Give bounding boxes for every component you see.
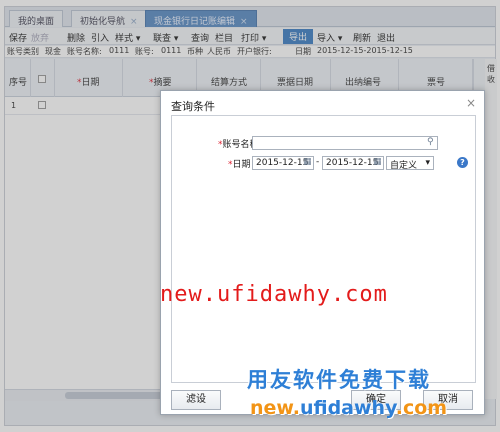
account-name-input[interactable]	[252, 136, 438, 150]
date-label-text: 日期	[232, 160, 251, 170]
date-separator: -	[316, 157, 320, 167]
chevron-down-icon: ▾	[425, 158, 430, 168]
dialog-body: *账号名称 ⚲ *日期 2015-12-15 ▦ - 2015-12-15 ▦ …	[171, 115, 476, 383]
calendar-icon[interactable]: ▦	[373, 157, 382, 167]
watermark-url-part: .com	[395, 397, 448, 419]
close-icon[interactable]: ×	[466, 96, 476, 110]
search-icon[interactable]: ⚲	[427, 137, 434, 147]
date-field-label: *日期	[228, 157, 251, 170]
watermark-slogan: 用友软件免费下载	[247, 368, 431, 392]
help-icon[interactable]: ?	[457, 157, 468, 168]
date-mode-value: 自定义	[390, 161, 418, 170]
watermark-url: new.ufidawhy.com	[250, 397, 447, 419]
watermark-url-part: ufidawhy	[299, 397, 396, 419]
watermark-red-url: new.ufidawhy.com	[160, 282, 388, 307]
watermark-url-part: new.	[250, 397, 300, 419]
calendar-icon[interactable]: ▦	[303, 157, 312, 167]
dialog-title: 查询条件	[171, 100, 215, 113]
date-mode-select[interactable]: 自定义 ▾	[386, 156, 434, 170]
filter-settings-button[interactable]: 滤设	[171, 390, 221, 410]
